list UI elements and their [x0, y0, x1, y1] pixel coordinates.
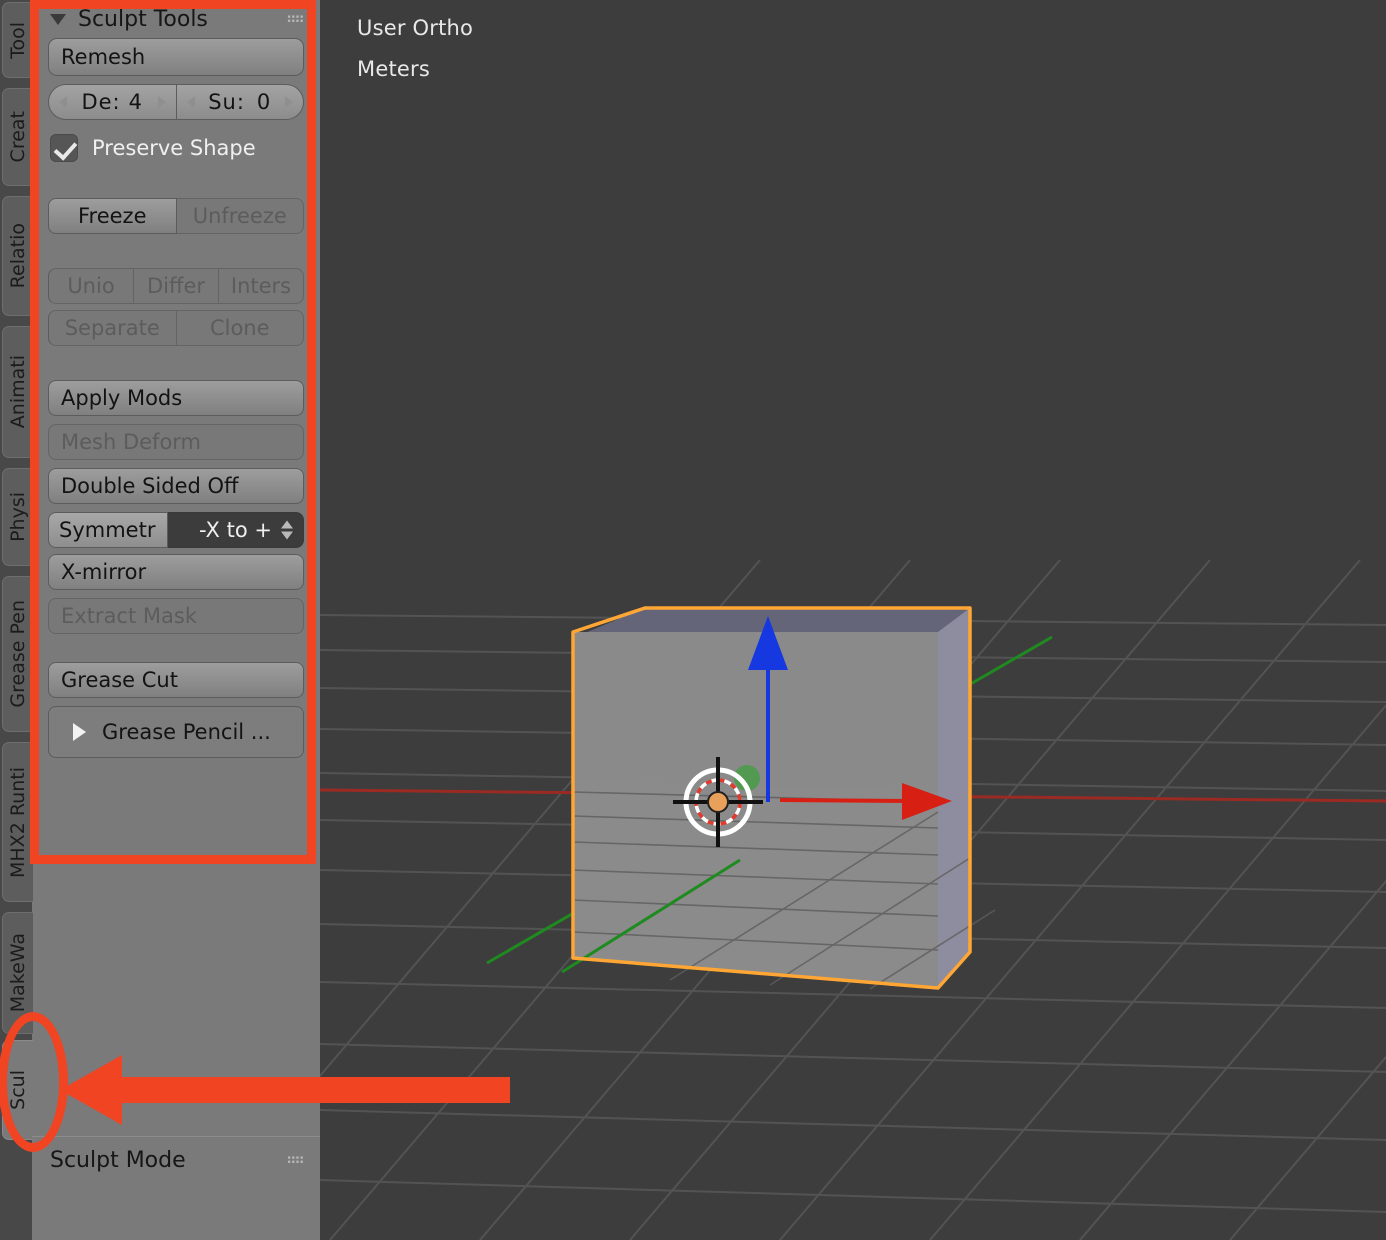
union-button[interactable]: Unio: [48, 268, 134, 304]
tool-shelf-region: Tool Creat Relatio Animati Physi Grease …: [0, 0, 320, 1240]
grease-pencil-label: Grease Pencil ...: [102, 720, 271, 744]
freeze-row: Freeze Unfreeze: [48, 198, 304, 234]
sidebar-tab-physics[interactable]: Physi: [2, 468, 33, 566]
symmetry-button[interactable]: Symmetr: [48, 512, 168, 548]
symmetry-direction-value: -X to +: [199, 518, 272, 542]
tab-label: Relatio: [6, 223, 29, 289]
category-tab-strip: Tool Creat Relatio Animati Physi Grease …: [0, 0, 33, 1240]
tab-label: Physi: [6, 492, 29, 542]
grip-dots-icon[interactable]: [287, 1155, 304, 1165]
remesh-params-row: De: 4 Su: 0: [48, 84, 304, 120]
subdiv-label: Su:: [208, 90, 245, 114]
sidebar-tab-animation[interactable]: Animati: [2, 326, 33, 458]
boolean-ops-row: Unio Differ Inters: [48, 268, 304, 304]
subdivision-stepper[interactable]: Su: 0: [176, 84, 304, 120]
cube-object[interactable]: [540, 580, 1020, 1020]
annotation-arrow-icon: [60, 1055, 510, 1125]
sidebar-tab-grease-pencil[interactable]: Grease Pen: [2, 576, 33, 732]
grip-dots-icon[interactable]: [287, 14, 304, 24]
x-mirror-button[interactable]: X-mirror: [48, 554, 304, 590]
difference-button[interactable]: Differ: [134, 268, 219, 304]
decrement-arrow-icon[interactable]: [186, 96, 195, 108]
preserve-shape-checkbox[interactable]: [50, 134, 78, 162]
separate-button[interactable]: Separate: [48, 310, 177, 346]
subdiv-value: 0: [256, 90, 272, 114]
viewport-units-label: Meters: [357, 57, 430, 81]
symmetry-row: Symmetr -X to +: [48, 512, 304, 548]
decrement-arrow-icon[interactable]: [59, 96, 67, 108]
viewport-view-label: User Ortho: [357, 16, 474, 40]
panel-body: Remesh De: 4 Su: 0 Preserve Shape Freeze…: [32, 38, 320, 758]
blender-window: User Ortho Meters Tool Creat Relatio Ani…: [0, 0, 1386, 1240]
apply-mods-button[interactable]: Apply Mods: [48, 380, 304, 416]
sidebar-tab-makewalk[interactable]: MakeWa: [2, 912, 33, 1034]
extract-mask-button[interactable]: Extract Mask: [48, 598, 304, 634]
tab-label: Grease Pen: [6, 600, 29, 708]
panel-title: Sculpt Tools: [78, 6, 208, 32]
unfreeze-button[interactable]: Unfreeze: [176, 198, 304, 234]
sidebar-tab-create[interactable]: Creat: [2, 88, 33, 186]
increment-arrow-icon[interactable]: [285, 96, 293, 108]
sculpt-tools-panel: Sculpt Tools Remesh De: 4 Su: 0 Preserve…: [32, 0, 320, 758]
sculpt-mode-panel-header[interactable]: Sculpt Mode: [32, 1140, 320, 1180]
symmetry-direction-select[interactable]: -X to +: [168, 512, 304, 548]
chevron-down-icon: [50, 13, 66, 25]
updown-arrows-icon[interactable]: [281, 520, 293, 540]
clone-button[interactable]: Clone: [176, 310, 304, 346]
sidebar-tab-tool[interactable]: Tool: [2, 2, 33, 78]
intersect-button[interactable]: Inters: [219, 268, 304, 304]
panel-divider: [32, 1136, 320, 1137]
grease-cut-button[interactable]: Grease Cut: [48, 662, 304, 698]
sculpt-mode-title: Sculpt Mode: [50, 1147, 186, 1173]
separate-clone-row: Separate Clone: [48, 310, 304, 346]
tab-label: MakeWa: [6, 933, 29, 1013]
remesh-button[interactable]: Remesh: [48, 38, 304, 76]
grease-pencil-expander[interactable]: Grease Pencil ...: [48, 706, 304, 758]
freeze-button[interactable]: Freeze: [48, 198, 177, 234]
sidebar-tab-mhx2-runtime[interactable]: MHX2 Runti: [2, 742, 33, 902]
sidebar-tab-relations[interactable]: Relatio: [2, 196, 33, 316]
preserve-shape-row[interactable]: Preserve Shape: [48, 126, 304, 170]
tab-label: Animati: [6, 355, 29, 429]
chevron-right-icon: [73, 723, 86, 741]
tab-label: Tool: [6, 21, 29, 59]
double-sided-button[interactable]: Double Sided Off: [48, 468, 304, 504]
depth-value: 4: [128, 90, 144, 114]
depth-stepper[interactable]: De: 4: [48, 84, 177, 120]
depth-label: De:: [81, 90, 121, 114]
panel-header[interactable]: Sculpt Tools: [32, 0, 320, 38]
sidebar-tab-sculpt[interactable]: Scul: [2, 1040, 33, 1140]
preserve-shape-label: Preserve Shape: [92, 136, 256, 160]
tab-label: MHX2 Runti: [6, 766, 29, 878]
tab-label: Scul: [6, 1070, 29, 1110]
tab-label: Creat: [6, 111, 29, 163]
increment-arrow-icon[interactable]: [157, 96, 166, 108]
mesh-deform-button[interactable]: Mesh Deform: [48, 424, 304, 460]
